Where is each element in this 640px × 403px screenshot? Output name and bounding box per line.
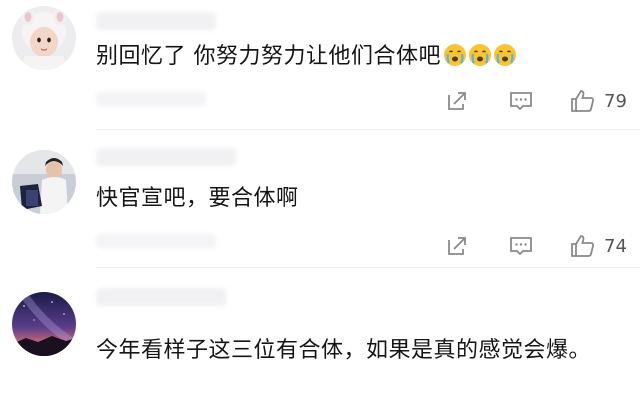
comment-text-content: 快官宣吧，要合体啊 bbox=[96, 186, 299, 211]
like-count: 79 bbox=[604, 90, 627, 112]
avatar[interactable] bbox=[12, 150, 76, 214]
thumbs-up-icon[interactable] bbox=[570, 233, 596, 259]
timestamp-blurred bbox=[96, 234, 216, 248]
comment-item: 今年看样子这三位有合体，如果是真的感觉会爆。 bbox=[0, 268, 640, 403]
like-count: 74 bbox=[604, 235, 627, 257]
comment-actions: 79 bbox=[444, 86, 628, 116]
avatar[interactable] bbox=[12, 6, 76, 70]
share-icon[interactable] bbox=[444, 88, 470, 114]
timestamp-blurred bbox=[96, 92, 206, 106]
avatar[interactable] bbox=[12, 292, 76, 356]
comment-item: 快官宣吧，要合体啊 74 bbox=[0, 130, 640, 268]
thumbs-up-icon[interactable] bbox=[570, 88, 596, 114]
username-blurred bbox=[96, 288, 226, 306]
comment-text: 今年看样子这三位有合体，如果是真的感觉会爆。 bbox=[96, 334, 600, 368]
share-icon[interactable] bbox=[444, 233, 470, 259]
reply-icon[interactable] bbox=[508, 88, 534, 114]
crying-face-emoji bbox=[469, 44, 491, 66]
crying-face-emoji bbox=[444, 44, 466, 66]
crying-face-emoji bbox=[494, 44, 516, 66]
comment-text: 快官宣吧，要合体啊 bbox=[96, 182, 600, 216]
comment-text: 别回忆了 你努力努力让他们合体吧 bbox=[96, 40, 600, 74]
username-blurred bbox=[96, 12, 216, 30]
emoji-group bbox=[443, 40, 518, 74]
reply-icon[interactable] bbox=[508, 233, 534, 259]
comment-actions: 74 bbox=[444, 231, 628, 261]
comment-item: 别回忆了 你努力努力让他们合体吧 79 bbox=[0, 0, 640, 130]
comment-text-content: 别回忆了 你努力努力让他们合体吧 bbox=[96, 44, 441, 69]
username-blurred bbox=[96, 148, 236, 166]
comment-text-content: 今年看样子这三位有合体，如果是真的感觉会爆。 bbox=[96, 338, 592, 363]
